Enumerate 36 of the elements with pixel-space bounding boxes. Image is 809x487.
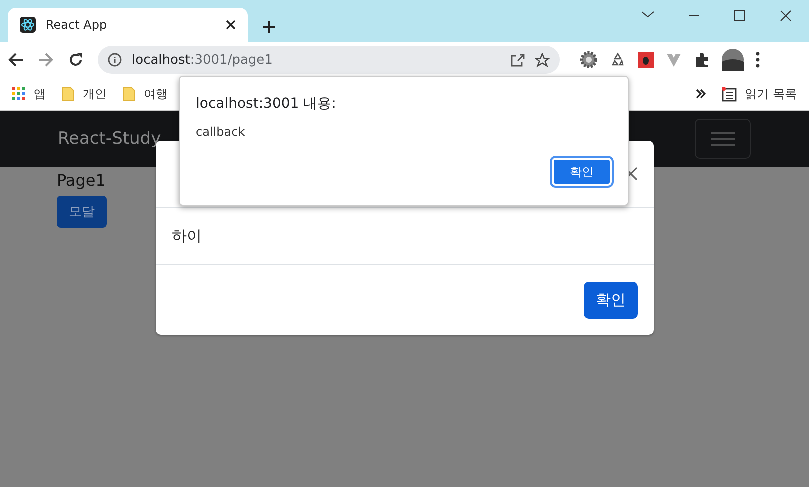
bookmark-link[interactable]: 개인 [83, 86, 107, 102]
recycle-icon[interactable] [610, 52, 626, 68]
alert-message: callback [196, 125, 246, 139]
modal-button[interactable]: 모달 [57, 196, 107, 228]
back-arrow-icon[interactable] [8, 52, 24, 68]
bookmark-link[interactable]: 여행 [144, 86, 168, 102]
close-icon[interactable] [226, 20, 236, 30]
share-icon[interactable] [511, 53, 525, 67]
reload-icon[interactable] [68, 52, 84, 68]
bookmark-link[interactable]: 앱 [34, 86, 46, 102]
bug-icon[interactable] [638, 52, 654, 68]
forward-arrow-icon[interactable] [38, 52, 54, 68]
reading-list-link[interactable]: 읽기 목록 [745, 86, 797, 102]
double-chevron-icon[interactable] [696, 89, 706, 99]
puzzle-icon[interactable] [694, 52, 710, 68]
alert-title: localhost:3001 내용: [196, 95, 338, 113]
apps-grid-icon [12, 87, 26, 101]
menu-toggle-button[interactable] [695, 119, 751, 159]
plus-icon[interactable] [262, 20, 276, 34]
address-bar[interactable]: localhost:3001/page1 [98, 46, 560, 74]
folder-icon [123, 86, 136, 102]
navbar-brand[interactable]: React-Study [58, 129, 162, 149]
confirm-button[interactable]: 확인 [584, 282, 638, 318]
confirm-button[interactable]: 확인 [552, 158, 612, 186]
avatar-icon[interactable] [722, 49, 744, 71]
atom-icon [20, 17, 36, 33]
info-icon [108, 53, 122, 67]
star-icon[interactable] [535, 52, 550, 68]
browser-tab[interactable]: React App [8, 8, 248, 42]
menu-icon[interactable] [756, 52, 760, 68]
folder-icon [62, 86, 75, 102]
gear-icon[interactable] [580, 51, 598, 69]
modal-body-text: 하이 [172, 226, 202, 246]
page-heading: Page1 [57, 171, 106, 190]
list-icon [722, 86, 738, 102]
menu-icon [711, 131, 735, 147]
